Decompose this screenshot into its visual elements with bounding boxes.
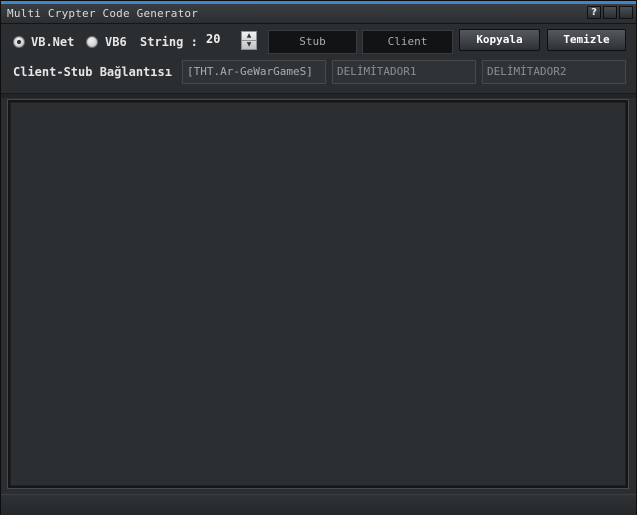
output-textarea[interactable] — [10, 102, 626, 486]
connection-label: Client-Stub Bağlantısı — [13, 65, 172, 79]
string-label: String : — [140, 35, 198, 49]
separator — [1, 93, 636, 98]
help-button[interactable]: ? — [587, 6, 601, 19]
delimiter2-field[interactable]: DELİMİTADOR2 — [482, 60, 626, 84]
vbnet-label[interactable]: VB.Net — [31, 35, 74, 49]
connection-key-field[interactable]: [THT.Ar-GeWarGameS] — [182, 60, 326, 84]
vb6-label[interactable]: VB6 — [105, 35, 127, 49]
spin-down-icon[interactable]: ▼ — [242, 41, 256, 49]
spin-up-icon[interactable]: ▲ — [242, 32, 256, 41]
clear-button[interactable]: Temizle — [547, 29, 626, 51]
delimiter1-field[interactable]: DELİMİTADOR1 — [332, 60, 476, 84]
close-button[interactable] — [619, 6, 633, 19]
stub-button[interactable]: Stub — [268, 30, 357, 54]
main-content: VB.Net VB6 String : 20 ▲ ▼ Stub Client K… — [1, 24, 636, 515]
status-bar — [1, 494, 636, 515]
output-frame — [7, 99, 629, 489]
client-button[interactable]: Client — [362, 30, 453, 54]
title-bar[interactable]: Multi Crypter Code Generator ? — [1, 4, 636, 24]
string-length-input[interactable]: 20 — [201, 30, 239, 48]
copy-button[interactable]: Kopyala — [459, 29, 540, 51]
app-window: Multi Crypter Code Generator ? VB.Net VB… — [0, 0, 637, 515]
window-title: Multi Crypter Code Generator — [7, 7, 199, 20]
vb6-radio[interactable] — [86, 36, 98, 48]
vbnet-radio[interactable] — [13, 36, 25, 48]
minimize-button[interactable] — [603, 6, 617, 19]
string-length-spinner[interactable]: ▲ ▼ — [241, 31, 257, 50]
